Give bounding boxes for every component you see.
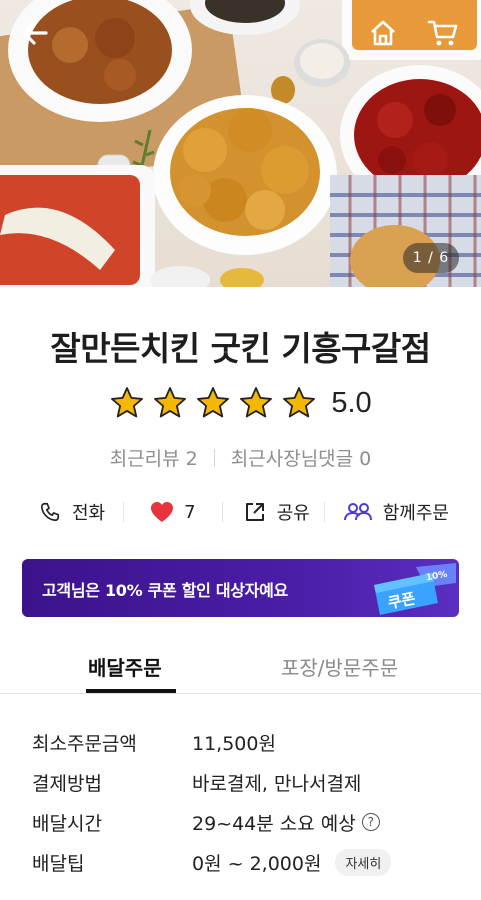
star-icon — [154, 387, 187, 418]
info-row-min-order: 최소주문금액 11,500원 — [32, 722, 452, 762]
tab-delivery[interactable]: 배달주문 — [88, 652, 162, 681]
star-icon — [283, 387, 316, 418]
recent-reviews-link[interactable]: 최근리뷰 2 — [110, 444, 198, 471]
divider — [323, 502, 325, 522]
like-button[interactable]: 7 — [150, 500, 196, 524]
share-icon — [243, 500, 267, 524]
back-arrow-icon — [22, 21, 48, 45]
delivery-time-value: 29~44분 소요 예상 ? — [192, 809, 380, 836]
delivery-tip-label: 배달팁 — [32, 852, 85, 875]
active-tab-indicator — [86, 689, 176, 693]
divider — [221, 502, 223, 522]
info-row-payment: 결제방법 바로결제, 만나서결제 — [32, 762, 452, 802]
coupon-banner[interactable]: 고객님은 10% 쿠폰 할인 대상자예요 쿠폰 10% — [22, 559, 459, 617]
rating-stars — [109, 385, 317, 421]
info-row-delivery-time: 배달시간 29~44분 소요 예상 ? — [32, 802, 452, 842]
back-button[interactable] — [16, 14, 54, 52]
separator — [213, 448, 215, 467]
share-button[interactable]: 공유 — [243, 499, 310, 525]
divider — [123, 502, 125, 522]
like-count: 7 — [184, 501, 196, 523]
hero-image[interactable]: 1 / 6 — [0, 0, 481, 287]
heart-icon — [150, 500, 174, 524]
delivery-tip-detail-button[interactable]: 자세히 — [335, 848, 392, 876]
star-icon — [240, 387, 273, 418]
payment-value: 바로결제, 만나서결제 — [192, 772, 362, 795]
min-order-value: 11,500원 — [192, 732, 276, 755]
group-order-label: 함께주문 — [382, 503, 449, 524]
delivery-tip-text: 0원 ~ 2,000원 — [192, 852, 322, 875]
coupon-ticket-label: 쿠폰 — [386, 589, 417, 612]
rating-row: 5.0 — [0, 385, 481, 421]
action-bar: 전화 7 공유 함께주문 — [22, 494, 459, 530]
home-icon — [371, 20, 395, 46]
tab-pickup[interactable]: 포장/방문주문 — [281, 652, 398, 681]
info-row-delivery-tip: 배달팁 0원 ~ 2,000원 자세히 — [32, 842, 452, 882]
review-summary: 최근리뷰 2 최근사장님댓글 0 — [0, 444, 481, 471]
call-button[interactable]: 전화 — [38, 499, 105, 525]
star-icon — [111, 387, 144, 418]
owner-replies-link[interactable]: 최근사장님댓글 0 — [231, 444, 372, 471]
min-order-label: 최소주문금액 — [32, 732, 137, 755]
food-photo — [0, 0, 481, 287]
question-icon[interactable]: ? — [361, 813, 380, 831]
cart-icon — [427, 20, 458, 46]
cart-button[interactable] — [424, 14, 462, 52]
store-info: 최소주문금액 11,500원 결제방법 바로결제, 만나서결제 배달시간 29~… — [32, 722, 452, 882]
image-counter: 1 / 6 — [403, 243, 459, 273]
delivery-time-label: 배달시간 — [32, 812, 102, 835]
delivery-tip-value: 0원 ~ 2,000원 자세히 — [192, 848, 392, 876]
store-name: 잘만든치킨 굿킨 기흥구갈점 — [50, 329, 431, 368]
payment-label: 결제방법 — [32, 772, 102, 795]
rating-score: 5.0 — [331, 386, 372, 419]
coupon-ticket-icon: 쿠폰 10% — [374, 563, 456, 615]
share-label: 공유 — [276, 503, 310, 524]
order-type-tabs: 배달주문 포장/방문주문 — [0, 640, 481, 694]
delivery-time-text: 29~44분 소요 예상 — [192, 812, 356, 835]
home-button[interactable] — [364, 14, 402, 52]
group-order-button[interactable]: 함께주문 — [343, 499, 449, 525]
coupon-text: 고객님은 10% 쿠폰 할인 대상자예요 — [42, 581, 288, 600]
call-label: 전화 — [72, 503, 106, 524]
phone-icon — [38, 500, 62, 524]
star-icon — [197, 387, 230, 418]
group-icon — [343, 500, 373, 524]
